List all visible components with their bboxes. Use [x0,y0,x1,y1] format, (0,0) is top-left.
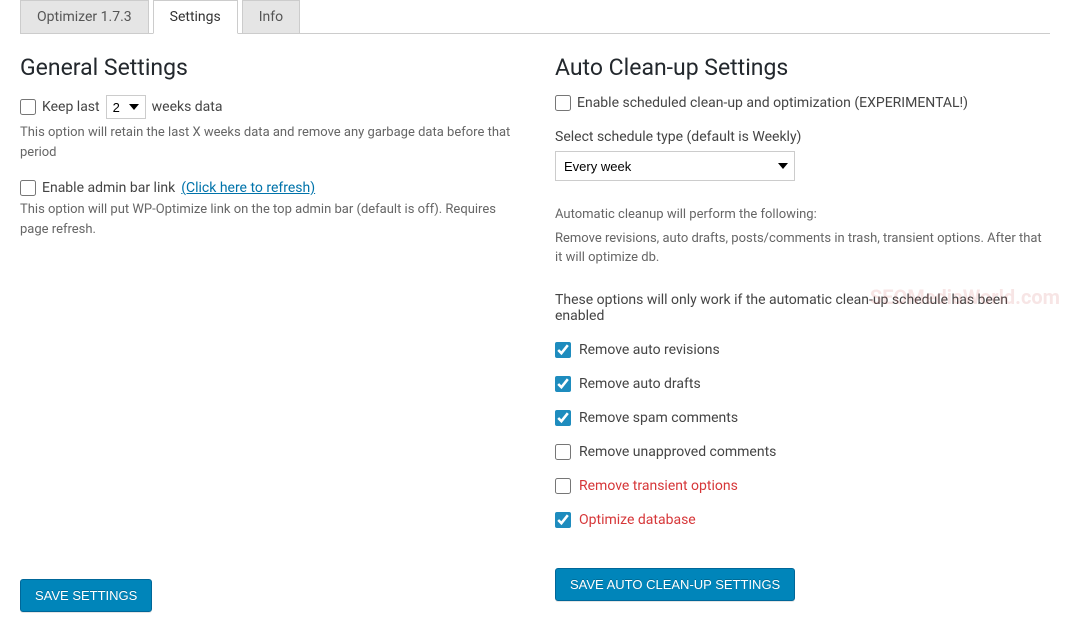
opt-remove-transient-label: Remove transient options [579,478,738,494]
perform-body: Remove revisions, auto drafts, posts/com… [555,229,1050,268]
tab-optimizer[interactable]: Optimizer 1.7.3 [20,0,149,34]
opt-remove-revisions-row: Remove auto revisions [555,342,1050,358]
tab-info[interactable]: Info [242,0,300,34]
opt-remove-revisions-checkbox[interactable] [555,342,571,358]
enable-admin-label: Enable admin bar link [42,180,175,196]
auto-heading: Auto Clean-up Settings [555,54,1050,81]
opt-remove-drafts-row: Remove auto drafts [555,376,1050,392]
keep-last-desc: This option will retain the last X weeks… [20,123,515,162]
auto-cleanup-panel: Auto Clean-up Settings Enable scheduled … [555,54,1050,612]
keep-last-checkbox[interactable] [20,99,36,115]
enable-scheduled-checkbox[interactable] [555,95,571,111]
enable-scheduled-label: Enable scheduled clean-up and optimizati… [577,95,968,111]
opt-remove-spam-row: Remove spam comments [555,410,1050,426]
general-heading: General Settings [20,54,515,81]
opt-remove-spam-checkbox[interactable] [555,410,571,426]
opt-optimize-db-checkbox[interactable] [555,512,571,528]
opt-remove-drafts-label: Remove auto drafts [579,376,701,392]
save-auto-settings-button[interactable]: SAVE AUTO CLEAN-UP SETTINGS [555,568,795,601]
opt-optimize-db-row: Optimize database [555,512,1050,528]
enable-admin-checkbox[interactable] [20,180,36,196]
general-settings-panel: General Settings Keep last 2 weeks data … [20,54,515,612]
work-note: These options will only work if the auto… [555,292,1050,324]
save-settings-button[interactable]: SAVE SETTINGS [20,579,152,612]
schedule-type-select[interactable]: Every week [555,151,795,181]
opt-remove-spam-label: Remove spam comments [579,410,738,426]
opt-remove-transient-checkbox[interactable] [555,478,571,494]
tab-settings[interactable]: Settings [153,0,238,34]
keep-last-select[interactable]: 2 [106,95,146,119]
tabs: Optimizer 1.7.3 Settings Info [20,0,1050,34]
opt-remove-revisions-label: Remove auto revisions [579,342,720,358]
schedule-type-label: Select schedule type (default is Weekly) [555,129,1050,145]
refresh-link[interactable]: (Click here to refresh) [181,180,315,196]
opt-remove-unapproved-label: Remove unapproved comments [579,444,776,460]
opt-remove-unapproved-checkbox[interactable] [555,444,571,460]
auto-options-list: Remove auto revisions Remove auto drafts R… [555,342,1050,528]
opt-optimize-db-label: Optimize database [579,512,696,528]
keep-last-suffix: weeks data [152,99,223,115]
opt-remove-drafts-checkbox[interactable] [555,376,571,392]
perform-heading: Automatic cleanup will perform the follo… [555,205,1050,225]
opt-remove-transient-row: Remove transient options [555,478,1050,494]
opt-remove-unapproved-row: Remove unapproved comments [555,444,1050,460]
keep-last-prefix: Keep last [42,99,100,115]
enable-admin-desc: This option will put WP-Optimize link on… [20,200,515,239]
